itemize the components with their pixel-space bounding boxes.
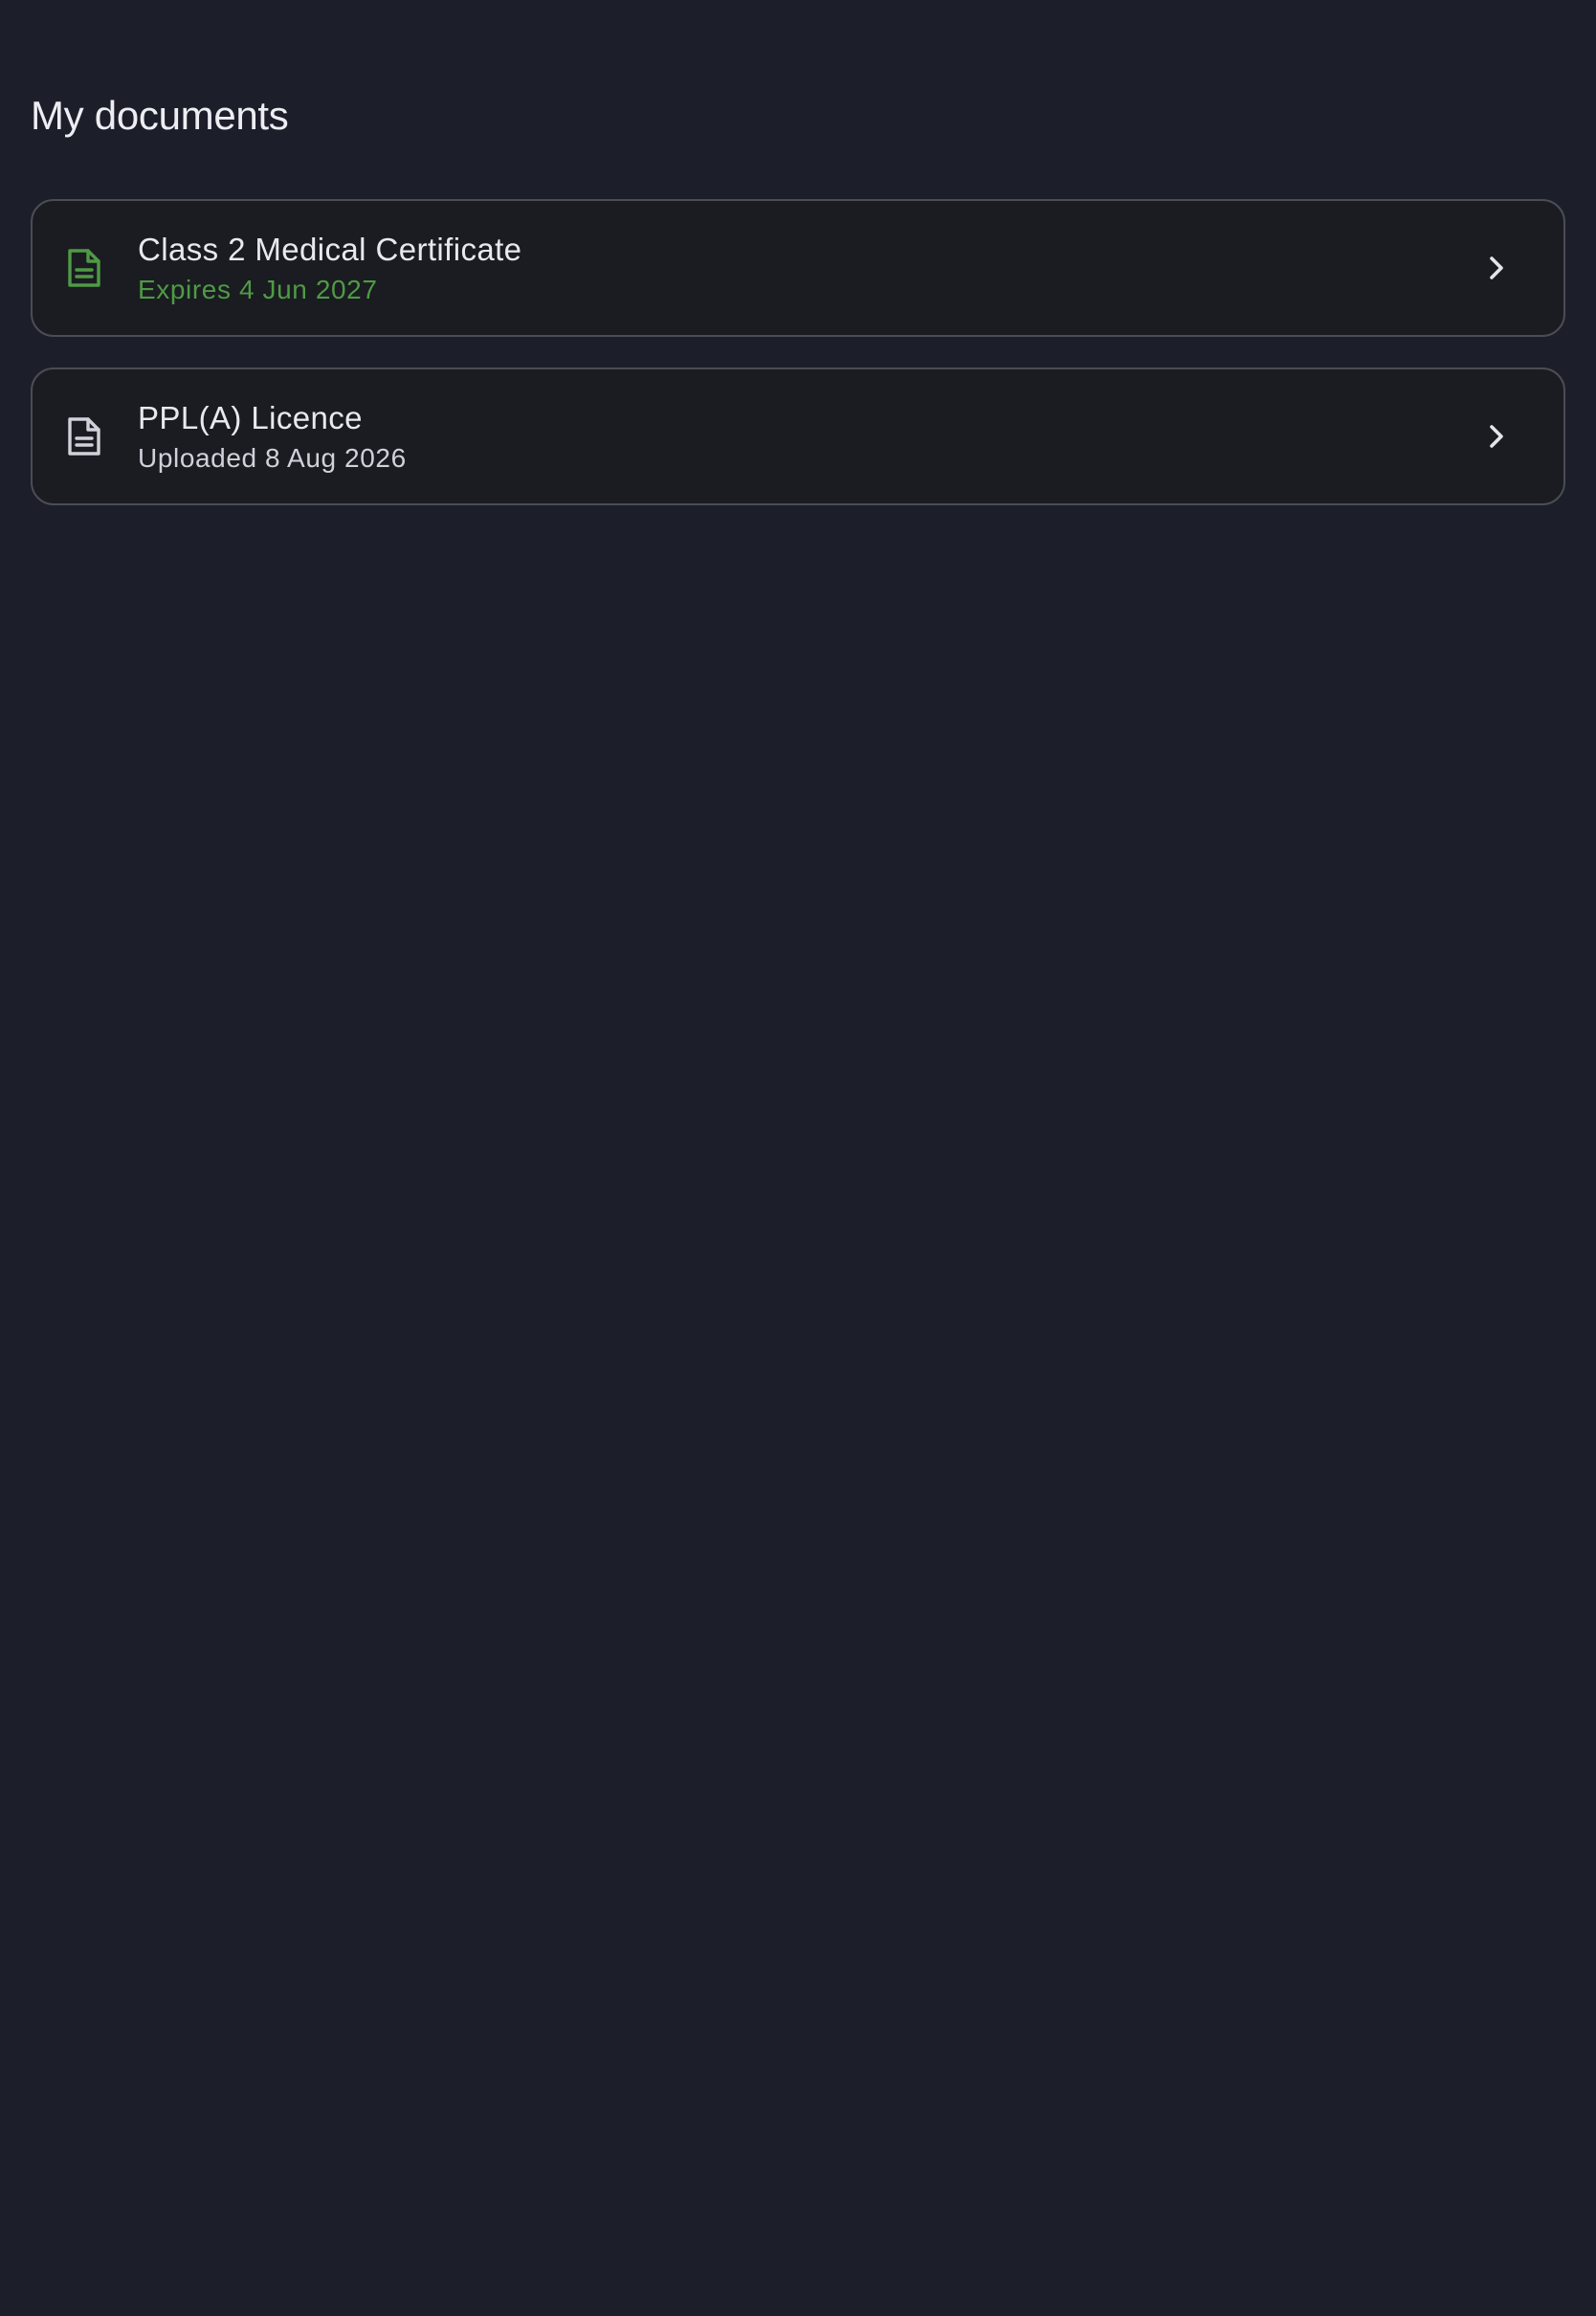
chevron-right-icon bbox=[1479, 419, 1514, 454]
document-text: Class 2 Medical Certificate Expires 4 Ju… bbox=[138, 230, 521, 308]
document-list: Class 2 Medical Certificate Expires 4 Ju… bbox=[31, 199, 1565, 536]
chevron-right-icon bbox=[1479, 251, 1514, 285]
documents-page: My documents Class 2 Medical Certificate… bbox=[0, 0, 1596, 2316]
document-card-medical[interactable]: Class 2 Medical Certificate Expires 4 Ju… bbox=[31, 199, 1565, 337]
document-card-licence[interactable]: PPL(A) Licence Uploaded 8 Aug 2026 bbox=[31, 367, 1565, 505]
document-expiry: Expires 4 Jun 2027 bbox=[138, 275, 378, 304]
document-text: PPL(A) Licence Uploaded 8 Aug 2026 bbox=[138, 398, 407, 477]
document-title: PPL(A) Licence bbox=[138, 400, 363, 435]
document-icon bbox=[65, 247, 103, 289]
document-title: Class 2 Medical Certificate bbox=[138, 232, 522, 267]
document-upload-date: Uploaded 8 Aug 2026 bbox=[138, 443, 407, 473]
document-icon bbox=[65, 415, 103, 457]
page-title: My documents bbox=[31, 93, 289, 138]
